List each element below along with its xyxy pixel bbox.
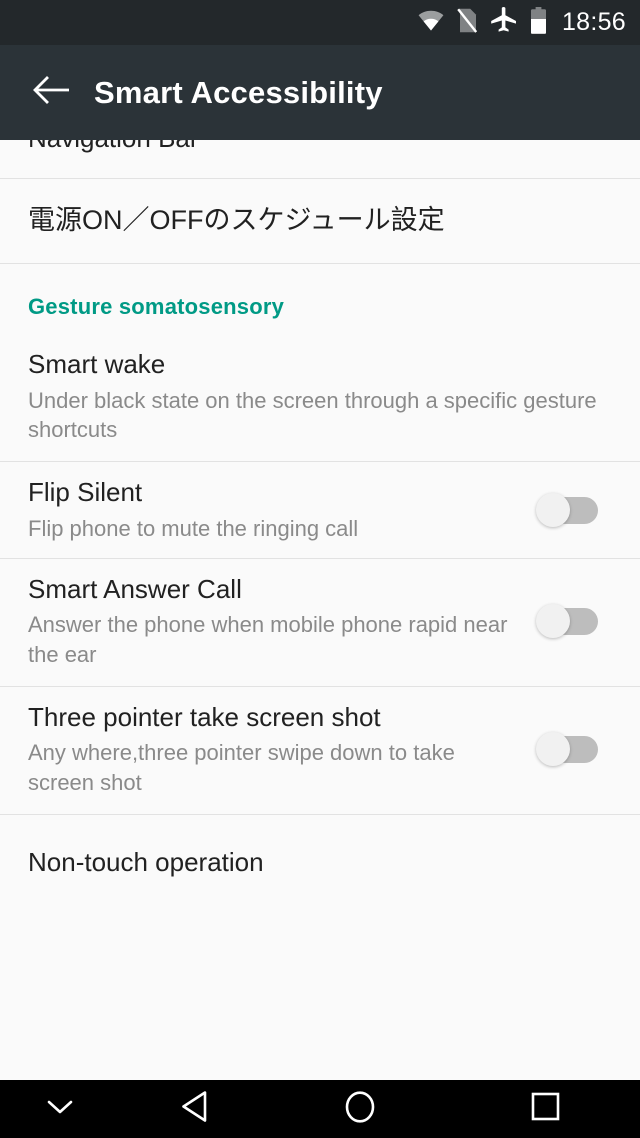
chevron-down-icon xyxy=(47,1099,73,1120)
list-item-texts: Three pointer take screen shot Any where… xyxy=(28,701,536,798)
list-item-texts: Smart wake Under black state on the scre… xyxy=(28,348,612,445)
app-bar: Smart Accessibility xyxy=(0,45,640,140)
list-item-summary: Answer the phone when mobile phone rapid… xyxy=(28,612,508,668)
toggle-thumb xyxy=(536,492,570,527)
page-title: Smart Accessibility xyxy=(94,74,383,110)
list-item-flip-silent[interactable]: Flip Silent Flip phone to mute the ringi… xyxy=(0,462,640,558)
list-item-texts: Flip Silent Flip phone to mute the ringi… xyxy=(28,476,536,543)
toggle-three-pointer-screenshot[interactable] xyxy=(536,732,598,767)
nav-recents-button[interactable] xyxy=(450,1080,640,1138)
phone-screen: 18:56 Smart Accessibility Navigation Bar… xyxy=(0,0,640,1138)
no-sim-icon xyxy=(457,7,478,38)
list-item-summary: Flip phone to mute the ringing call xyxy=(28,515,359,541)
list-item-texts: Smart Answer Call Answer the phone when … xyxy=(28,573,536,670)
list-item-power-schedule[interactable]: 電源ON／OFFのスケジュール設定 xyxy=(0,179,640,263)
list-item-smart-wake[interactable]: Smart wake Under black state on the scre… xyxy=(0,334,640,461)
nav-home-button[interactable] xyxy=(270,1080,450,1138)
recents-icon xyxy=(531,1092,560,1126)
list-item-title: Flip Silent xyxy=(28,477,143,508)
status-bar-clock: 18:56 xyxy=(561,8,626,36)
nav-back-button[interactable] xyxy=(120,1080,270,1138)
list-item-summary: Any where,three pointer swipe down to ta… xyxy=(28,740,455,795)
list-item-non-touch-operation[interactable]: Non-touch operation xyxy=(0,815,640,911)
hide-keyboard-button[interactable] xyxy=(0,1080,120,1138)
list-item-summary: Under black state on the screen through … xyxy=(28,387,597,443)
section-header-gesture-somatosensory: Gesture somatosensory xyxy=(0,264,640,334)
list-item-texts: Non-touch operation xyxy=(28,846,612,879)
list-item-title: Three pointer take screen shot xyxy=(28,701,381,732)
status-bar: 18:56 xyxy=(0,0,640,45)
list-item-smart-answer-call[interactable]: Smart Answer Call Answer the phone when … xyxy=(0,559,640,686)
toggle-thumb xyxy=(536,732,570,767)
settings-list[interactable]: Navigation Bar 電源ON／OFFのスケジュール設定 Gesture… xyxy=(0,140,640,1080)
list-item-title: Smart Answer Call xyxy=(28,573,242,604)
system-navigation-bar xyxy=(0,1080,640,1138)
back-button[interactable] xyxy=(19,61,83,125)
airplane-mode-icon xyxy=(490,7,517,38)
list-item-three-pointer-screenshot[interactable]: Three pointer take screen shot Any where… xyxy=(0,687,640,814)
back-arrow-icon xyxy=(32,75,70,110)
list-item-title: Non-touch operation xyxy=(28,847,264,878)
list-item-title: Navigation Bar xyxy=(28,140,199,155)
status-icon-group xyxy=(418,6,547,39)
wifi-icon xyxy=(418,10,444,36)
section-header-label: Gesture somatosensory xyxy=(28,294,285,319)
list-item-title: 電源ON／OFFのスケジュール設定 xyxy=(28,205,445,236)
home-icon xyxy=(344,1090,376,1129)
toggle-smart-answer-call[interactable] xyxy=(536,604,598,639)
list-item-navigation-bar[interactable]: Navigation Bar xyxy=(0,140,640,178)
toggle-flip-silent[interactable] xyxy=(536,492,598,527)
list-item-texts: 電源ON／OFFのスケジュール設定 xyxy=(28,204,612,238)
battery-icon xyxy=(530,6,547,39)
back-icon xyxy=(180,1090,210,1128)
list-item-title: Smart wake xyxy=(28,349,166,379)
